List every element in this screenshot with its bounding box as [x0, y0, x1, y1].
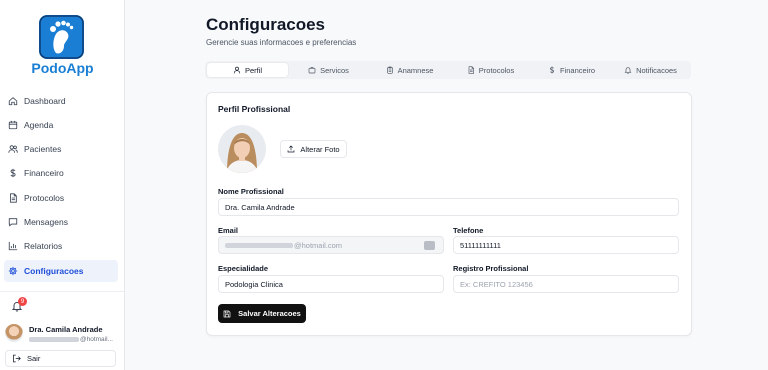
dollar-icon	[549, 66, 554, 74]
email-field[interactable]: @hotmail.com	[218, 236, 444, 254]
gear-icon	[8, 266, 18, 276]
phone-label: Telefone	[453, 226, 484, 235]
tab-label: Perfil	[244, 65, 263, 75]
name-field[interactable]: Dra. Camila Andrade	[218, 198, 679, 216]
save-button[interactable]: Salvar Alteracoes	[218, 304, 306, 323]
tab-label: Financeiro	[559, 65, 596, 75]
sidebar-item-dashboard[interactable]: Dashboard	[4, 90, 118, 112]
autofill-key-icon[interactable]	[424, 241, 435, 250]
sidebar-item-pacientes[interactable]: Pacientes	[4, 138, 118, 160]
sidebar-item-label: Pacientes	[24, 144, 62, 154]
tab-label: Anamnese	[397, 65, 434, 75]
phone-value: 51111111111	[460, 240, 501, 250]
sidebar: PodoApp Dashboard Agenda Pacientes Finan…	[0, 0, 125, 370]
tab-anamnese[interactable]: Anamnese	[369, 63, 450, 77]
sidebar-divider	[0, 291, 125, 292]
save-label: Salvar Alteracoes	[238, 309, 301, 318]
sidebar-item-financeiro[interactable]: Financeiro	[4, 162, 118, 184]
tab-notificacoes[interactable]: Notificacoes	[612, 63, 689, 77]
tab-label: Protocolos	[478, 65, 515, 75]
sidebar-item-agenda[interactable]: Agenda	[4, 114, 118, 136]
tab-financeiro[interactable]: Financeiro	[531, 63, 612, 77]
redacted-text	[29, 337, 79, 342]
change-photo-label: Alterar Foto	[300, 144, 340, 154]
registry-label: Registro Profissional	[453, 264, 529, 273]
file-icon	[468, 66, 474, 74]
user-icon	[233, 66, 241, 74]
sidebar-item-label: Financeiro	[24, 168, 64, 178]
dollar-icon	[10, 168, 16, 178]
tab-label: Notificacoes	[636, 65, 677, 75]
home-icon	[8, 97, 18, 106]
specialty-field[interactable]: Podologia Clinica	[218, 275, 444, 293]
email-value-domain: @hotmail.com	[294, 240, 343, 250]
sidebar-item-label: Agenda	[24, 120, 54, 130]
user-email: @hotmail...	[29, 336, 113, 343]
sidebar-item-label: Protocolos	[24, 193, 65, 203]
section-title: Perfil Profissional	[218, 104, 291, 114]
phone-field[interactable]: 51111111111	[453, 236, 679, 254]
avatar[interactable]	[5, 324, 23, 342]
bar-chart-icon	[8, 241, 18, 251]
sidebar-item-protocolos[interactable]: Protocolos	[4, 187, 118, 209]
sidebar-item-label: Mensagens	[24, 217, 68, 227]
page-title: Configuracoes	[206, 15, 326, 34]
specialty-value: Podologia Clinica	[225, 279, 283, 289]
name-value: Dra. Camila Andrade	[225, 202, 295, 212]
sidebar-item-relatorios[interactable]: Relatorios	[4, 235, 118, 257]
tab-perfil[interactable]: Perfil	[207, 63, 288, 77]
specialty-label: Especialidade	[218, 264, 269, 273]
registry-field[interactable]: Ex: CREFITO 123456	[453, 275, 679, 293]
clipboard-icon	[386, 66, 393, 74]
bell-icon	[624, 67, 632, 74]
name-label: Nome Profissional	[218, 187, 284, 196]
sidebar-item-configuracoes[interactable]: Configuracoes	[4, 260, 118, 282]
user-name: Dra. Camila Andrade	[29, 325, 103, 334]
tab-servicos[interactable]: Servicos	[288, 63, 369, 77]
profile-photo	[218, 125, 266, 173]
change-photo-button[interactable]: Alterar Foto	[280, 140, 347, 158]
page-subtitle: Gerencie suas informacoes e preferencias	[206, 38, 357, 47]
message-icon	[8, 218, 18, 227]
calendar-icon	[8, 120, 18, 130]
logout-label: Sair	[27, 354, 41, 363]
user-email-domain: @hotmail...	[80, 336, 113, 343]
logout-icon	[13, 354, 21, 363]
redacted-text	[225, 242, 293, 248]
registry-placeholder: Ex: CREFITO 123456	[460, 279, 533, 289]
settings-tabs: Perfil Servicos Anamnese Protocolos Fina…	[205, 61, 691, 79]
briefcase-icon	[308, 67, 316, 74]
tab-label: Servicos	[320, 65, 349, 75]
app-logo-icon	[39, 15, 84, 59]
sidebar-item-label: Dashboard	[24, 96, 66, 106]
upload-icon	[288, 145, 295, 153]
notification-badge: 9	[18, 297, 27, 306]
email-label: Email	[218, 226, 239, 235]
file-icon	[10, 193, 17, 203]
tab-protocolos[interactable]: Protocolos	[450, 63, 531, 77]
sidebar-item-mensagens[interactable]: Mensagens	[4, 211, 118, 233]
sidebar-item-label: Configuracoes	[24, 266, 84, 276]
logout-button[interactable]: Sair	[5, 350, 116, 367]
users-icon	[8, 145, 18, 153]
save-icon	[223, 310, 231, 317]
sidebar-item-label: Relatorios	[24, 241, 63, 251]
app-name: PodoApp	[31, 60, 94, 76]
